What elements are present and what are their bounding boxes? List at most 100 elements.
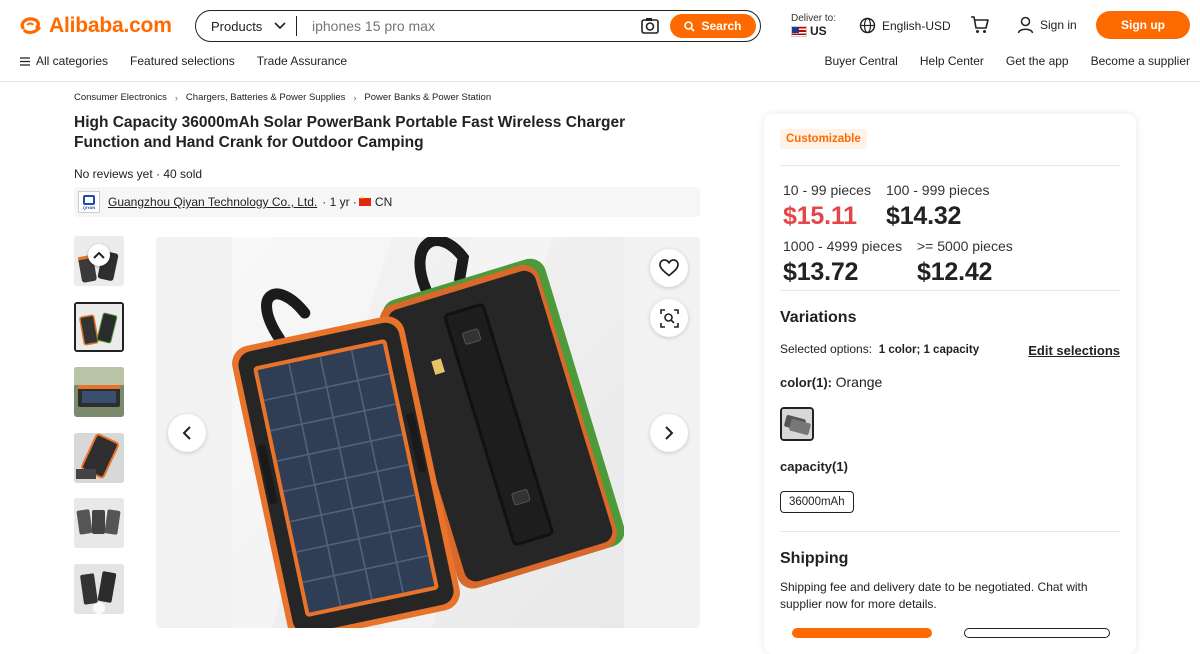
- main-product-image[interactable]: [156, 237, 700, 628]
- supplier-logo-text: QIYAN: [82, 204, 96, 210]
- price-tier-price: $13.72: [783, 258, 859, 286]
- image-search-button[interactable]: [650, 299, 688, 337]
- purchase-panel: Customizable 10 - 99 pieces $15.11 100 -…: [764, 114, 1136, 654]
- color-attribute-label: color(1):: [780, 375, 832, 390]
- user-icon: [1017, 16, 1034, 34]
- nav-help-center[interactable]: Help Center: [920, 54, 984, 68]
- search-input[interactable]: [297, 11, 640, 41]
- product-meta: No reviews yet · 40 sold: [74, 167, 203, 181]
- price-tier-price: $15.11: [783, 202, 857, 230]
- supplier-bar: QIYAN Guangzhou Qiyan Technology Co., Lt…: [74, 187, 700, 217]
- swatch-image: [782, 409, 812, 439]
- thumbnail-image: [76, 303, 122, 350]
- nav-all-categories-label: All categories: [36, 54, 109, 68]
- nav-trade-assurance[interactable]: Trade Assurance: [257, 54, 347, 68]
- language-currency-selector[interactable]: English-USD: [859, 17, 951, 34]
- price-tier-range: 10 - 99 pieces: [783, 182, 871, 198]
- chevron-down-icon: [274, 22, 286, 30]
- variations-title: Variations: [780, 309, 857, 326]
- sign-up-label: Sign up: [1121, 18, 1165, 32]
- supplier-name-link[interactable]: Guangzhou Qiyan Technology Co., Ltd.: [108, 195, 317, 209]
- thumbnail-image: [74, 367, 124, 417]
- sign-up-button[interactable]: Sign up: [1096, 11, 1190, 39]
- edit-selections-link[interactable]: Edit selections: [1028, 343, 1120, 358]
- nav-get-the-app[interactable]: Get the app: [1006, 54, 1069, 68]
- nav-buyer-central[interactable]: Buyer Central: [824, 54, 897, 68]
- color-swatch-orange[interactable]: [780, 407, 814, 441]
- image-search-icon: [659, 308, 679, 328]
- alibaba-logo[interactable]: Alibaba.com: [18, 13, 172, 39]
- deliver-to-selector[interactable]: Deliver to: US: [791, 12, 836, 38]
- search-category-select[interactable]: Products: [196, 19, 296, 34]
- thumbnail-selected[interactable]: [74, 301, 124, 352]
- nav-become-supplier[interactable]: Become a supplier: [1091, 54, 1190, 68]
- heart-icon: [659, 259, 679, 277]
- search-button-label: Search: [701, 19, 742, 33]
- divider: [780, 290, 1120, 291]
- site-header: Alibaba.com Products Search Deliver to: …: [0, 0, 1200, 82]
- thumbnail-list: [74, 236, 124, 629]
- search-category-label: Products: [211, 18, 263, 34]
- shipping-title: Shipping: [780, 550, 849, 567]
- selected-options-label: Selected options:: [780, 342, 873, 356]
- thumbnail[interactable]: [74, 498, 124, 548]
- us-flag-icon: [791, 26, 807, 37]
- chevron-up-icon: [93, 251, 105, 259]
- price-tier: 100 - 999 pieces $14.32: [886, 182, 990, 231]
- thumbnail[interactable]: [74, 563, 124, 614]
- chevron-right-icon: ›: [174, 92, 178, 103]
- supplier-logo[interactable]: QIYAN: [78, 191, 100, 213]
- sign-in-link[interactable]: Sign in: [1017, 16, 1077, 34]
- thumbnail[interactable]: [74, 367, 124, 417]
- divider: [780, 165, 1120, 166]
- thumbnail-image: [74, 498, 124, 548]
- breadcrumb-item[interactable]: Chargers, Batteries & Power Supplies: [186, 92, 345, 103]
- prev-image-button[interactable]: [168, 414, 206, 452]
- capacity-attribute-label: capacity(1): [780, 459, 848, 474]
- globe-icon: [859, 17, 876, 34]
- next-image-button[interactable]: [650, 414, 688, 452]
- camera-search-icon[interactable]: [640, 16, 660, 36]
- thumbnail-image: [74, 432, 124, 483]
- breadcrumb-item[interactable]: Consumer Electronics: [74, 92, 167, 103]
- nav-featured-selections[interactable]: Featured selections: [130, 54, 235, 68]
- deliver-country: US: [810, 24, 827, 38]
- sign-in-label: Sign in: [1040, 18, 1077, 32]
- search-icon: [684, 20, 696, 32]
- product-title: High Capacity 36000mAh Solar PowerBank P…: [74, 114, 626, 151]
- breadcrumb-item[interactable]: Power Banks & Power Station: [364, 92, 491, 103]
- product-photo: [232, 237, 624, 628]
- china-flag-icon: [358, 195, 371, 206]
- logo-text: Alibaba.com: [49, 14, 172, 37]
- price-tier-price: $12.42: [917, 258, 993, 286]
- search-bar: Products Search: [195, 10, 761, 42]
- search-button[interactable]: Search: [670, 14, 756, 38]
- divider: [780, 531, 1120, 532]
- favorite-button[interactable]: [650, 249, 688, 287]
- breadcrumb: Consumer Electronics › Chargers, Batteri…: [74, 92, 491, 103]
- chevron-left-icon: [182, 426, 191, 440]
- nav-all-categories[interactable]: All categories: [20, 54, 108, 68]
- cart-icon[interactable]: [970, 15, 990, 35]
- thumbs-scroll-up-button[interactable]: [88, 244, 110, 266]
- supplier-logo-mark: [83, 194, 95, 205]
- capacity-option-36000mah[interactable]: 36000mAh: [780, 491, 854, 513]
- price-tier: >= 5000 pieces $12.42: [917, 238, 1013, 287]
- chevron-right-icon: [665, 426, 674, 440]
- thumbnail[interactable]: [74, 432, 124, 483]
- price-tier: 10 - 99 pieces $15.11: [783, 182, 871, 231]
- chevron-right-icon: ›: [353, 92, 357, 103]
- selected-options-value: 1 color; 1 capacity: [878, 344, 980, 356]
- shipping-text: Shipping fee and delivery date to be neg…: [780, 580, 1088, 611]
- price-tier-range: 100 - 999 pieces: [886, 182, 990, 198]
- price-tier: 1000 - 4999 pieces $13.72: [783, 238, 902, 287]
- price-tier-range: >= 5000 pieces: [917, 238, 1013, 254]
- customizable-badge: Customizable: [780, 129, 867, 149]
- selected-options: Selected options: 1 color; 1 capacity: [780, 342, 979, 356]
- supplier-country: CN: [374, 195, 393, 209]
- alibaba-logo-icon: [20, 17, 41, 35]
- price-tier-price: $14.32: [886, 202, 962, 230]
- language-label: English-USD: [882, 18, 951, 33]
- price-tier-range: 1000 - 4999 pieces: [783, 238, 903, 254]
- thumbnail-image: [74, 563, 124, 614]
